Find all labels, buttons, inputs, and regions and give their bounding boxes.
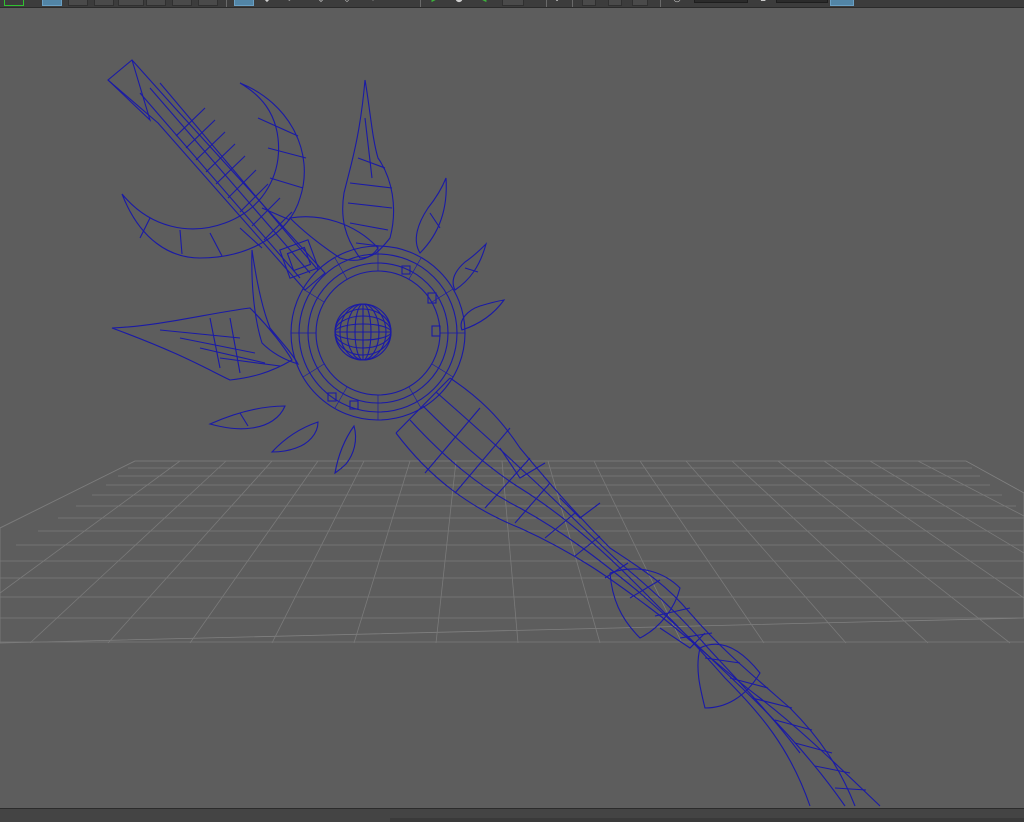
3d-viewport[interactable]	[0, 8, 1024, 808]
play-icon[interactable]: ▶	[430, 0, 440, 4]
shaded-icon[interactable]	[68, 0, 88, 6]
colorspace-icon[interactable]	[830, 0, 854, 6]
step-icon[interactable]: ◀	[478, 0, 488, 4]
pin-icon[interactable]: ↓	[552, 0, 562, 4]
timeline-track[interactable]	[390, 818, 1024, 822]
shadow-icon[interactable]	[146, 0, 166, 6]
textured-icon[interactable]	[94, 0, 114, 6]
viewport-toolbar: ◆ ▸ ◈ ◇ ▾ ▶ ● ◀ ↓ ○ ▪	[0, 0, 1024, 8]
toolbar-separator	[546, 0, 547, 7]
gamma-field[interactable]	[776, 0, 828, 3]
exposure-field[interactable]	[694, 0, 748, 3]
toolbar-separator	[226, 0, 227, 7]
gamma-icon[interactable]: ▪	[758, 0, 768, 4]
exposure-icon[interactable]: ○	[672, 0, 682, 4]
grid-icon[interactable]: ◆	[262, 0, 272, 4]
gate-icon[interactable]: ◈	[316, 0, 326, 4]
render-icon[interactable]	[502, 0, 524, 6]
isolate-icon[interactable]	[198, 0, 218, 6]
toolbar-separator	[572, 0, 573, 7]
viewport-bottom-bar	[0, 808, 1024, 822]
lighting-icon[interactable]	[118, 0, 144, 6]
film-gate-icon[interactable]: ◇	[342, 0, 352, 4]
bookmark-icon[interactable]	[582, 0, 596, 6]
panel-icon[interactable]	[632, 0, 648, 6]
safe-area-icon[interactable]: ▾	[368, 0, 378, 4]
xray-icon[interactable]	[234, 0, 254, 6]
toolbar-separator	[660, 0, 661, 7]
select-mode-icon[interactable]	[4, 0, 24, 6]
camera-icon[interactable]	[172, 0, 192, 6]
staff-orb	[334, 303, 392, 361]
record-icon[interactable]: ●	[454, 0, 464, 4]
layout-icon[interactable]	[608, 0, 622, 6]
wireframe-icon[interactable]	[42, 0, 62, 6]
toolbar-separator	[420, 0, 421, 7]
resolution-icon[interactable]: ▸	[286, 0, 296, 4]
